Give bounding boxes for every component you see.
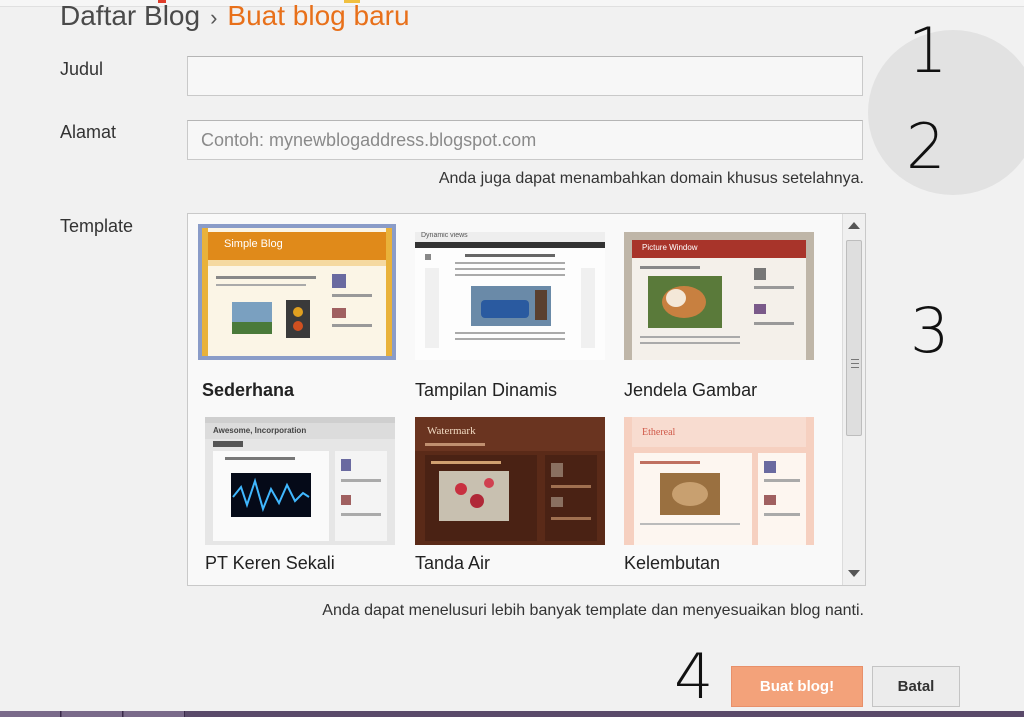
cancel-button[interactable]: Batal bbox=[872, 666, 960, 707]
template-thumbnail: Dynamic views bbox=[415, 232, 605, 360]
template-header-text: Awesome, Incorporation bbox=[213, 426, 307, 435]
address-label: Alamat bbox=[60, 122, 117, 142]
taskbar-button[interactable] bbox=[62, 711, 123, 717]
annotation-number: 3 bbox=[910, 294, 950, 367]
scrollbar-thumb[interactable] bbox=[846, 240, 862, 436]
scroll-down-arrow-icon[interactable] bbox=[848, 570, 860, 577]
annotation-number: 4 bbox=[674, 640, 714, 713]
breadcrumb-separator: › bbox=[210, 5, 218, 30]
address-hint: Anda juga dapat menambahkan domain khusu… bbox=[438, 170, 864, 187]
annotation-number: 1 bbox=[908, 14, 948, 87]
taskbar-button[interactable] bbox=[0, 711, 61, 717]
template-header-text: Picture Window bbox=[642, 243, 698, 252]
template-name: Kelembutan bbox=[624, 553, 721, 573]
taskbar bbox=[0, 711, 1024, 717]
template-name: Tampilan Dinamis bbox=[415, 380, 558, 400]
template-header-text: Ethereal bbox=[642, 427, 676, 438]
breadcrumb: Daftar Blog › Buat blog baru bbox=[60, 0, 410, 38]
title-label: Judul bbox=[60, 59, 104, 79]
grip-line bbox=[851, 367, 859, 368]
annotation-number: 2 bbox=[906, 110, 946, 183]
template-header-text: Simple Blog bbox=[224, 238, 283, 250]
page-title: Buat blog baru bbox=[227, 0, 410, 31]
template-thumbnail: Awesome, Incorporation bbox=[205, 417, 395, 545]
template-header-text: Watermark bbox=[427, 425, 476, 437]
template-label: Template bbox=[60, 216, 134, 236]
template-thumbnail: Ethereal bbox=[624, 417, 814, 545]
template-thumbnail: Simple Blog bbox=[198, 224, 396, 360]
template-name: Jendela Gambar bbox=[624, 380, 758, 400]
template-name: Tanda Air bbox=[415, 553, 491, 573]
create-blog-button[interactable]: Buat blog! bbox=[731, 666, 863, 707]
template-name: PT Keren Sekali bbox=[205, 553, 335, 573]
address-input[interactable] bbox=[187, 120, 863, 160]
title-input[interactable] bbox=[187, 56, 863, 96]
breadcrumb-parent-link[interactable]: Daftar Blog bbox=[60, 0, 200, 31]
template-thumbnail: Picture Window bbox=[624, 232, 814, 360]
taskbar-button[interactable] bbox=[124, 711, 185, 717]
template-gallery[interactable]: Simple Blog Sederhana Dynamic views Tamp… bbox=[187, 213, 866, 586]
template-thumbnail: Watermark bbox=[415, 417, 605, 545]
template-header-text: Dynamic views bbox=[421, 232, 468, 239]
scroll-up-arrow-icon[interactable] bbox=[848, 222, 860, 229]
template-name: Sederhana bbox=[202, 380, 295, 400]
grip-line bbox=[851, 359, 859, 360]
template-hint: Anda dapat menelusuri lebih banyak templ… bbox=[322, 602, 864, 619]
gallery-scrollbar[interactable] bbox=[842, 214, 865, 585]
grip-line bbox=[851, 363, 859, 364]
